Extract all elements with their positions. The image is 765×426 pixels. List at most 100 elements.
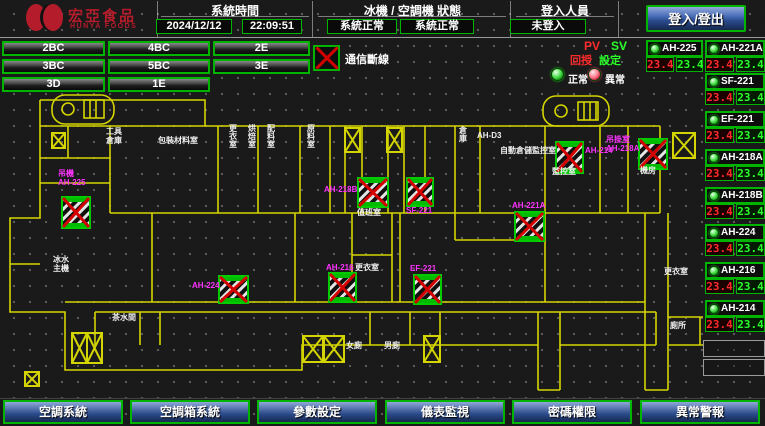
equipment-marker-EF-221[interactable]	[414, 275, 441, 304]
unit-AH-218B[interactable]: AH-218B	[705, 187, 765, 204]
unit-AH-218B-sv-value: 23.4	[736, 204, 765, 219]
unit-AH-214-pv-value: 23.4	[705, 317, 734, 332]
unit-AH-224[interactable]: AH-224	[705, 224, 765, 241]
login-logout-button[interactable]: 登入/登出	[646, 5, 746, 32]
equipment-marker-AH-214[interactable]	[556, 142, 583, 173]
nav-button-空調系統[interactable]: 空調系統	[3, 400, 123, 424]
stair-marker	[424, 336, 440, 362]
unit-AH-214[interactable]: AH-214	[705, 300, 765, 317]
unit-name-label: AH-214	[721, 303, 755, 314]
unit-AH-218B-pv-value: 23.4	[705, 204, 734, 219]
equipment-marker-AH-218B[interactable]	[358, 178, 388, 207]
scada-screen: 宏亞食品 HUNYA FOODS 系統時間 2024/12/12 22:09:5…	[0, 0, 765, 426]
equipment-marker-AH-216[interactable]	[329, 273, 356, 302]
floor-button-1E[interactable]: 1E	[108, 77, 210, 92]
pv-abbr-label: PV	[584, 39, 600, 53]
system-clock-value: 22:09:51	[242, 19, 302, 34]
comm-offline-label: 通信斷線	[345, 51, 389, 67]
nav-button-參數設定[interactable]: 參數設定	[257, 400, 377, 424]
unit-name-label: AH-218A	[721, 152, 763, 163]
floor-plan: 吊機 AH-225AH-218BSF-221AH-214吊掛室 AH-218AA…	[0, 92, 765, 398]
unit-status-led	[709, 304, 719, 314]
stair-marker	[345, 128, 360, 152]
stair-marker	[25, 372, 39, 386]
unit-AH-216[interactable]: AH-216	[705, 262, 765, 279]
unit-name-label: AH-225	[662, 43, 696, 54]
normal-legend-label: 正常	[568, 71, 588, 86]
equipment-marker-SF-221[interactable]	[407, 178, 433, 206]
floor-button-3D[interactable]: 3D	[2, 77, 105, 92]
sv-name-label: 設定	[599, 52, 621, 68]
unit-status-led	[709, 266, 719, 276]
unit-EF-221-sv-value: 23.4	[736, 128, 765, 143]
unit-name-label: AH-218B	[721, 190, 763, 201]
floor-button-2BC[interactable]: 2BC	[2, 41, 105, 56]
unit-AH-221A[interactable]: AH-221A	[705, 40, 765, 57]
unit-status-led	[709, 44, 719, 54]
divider	[161, 16, 309, 17]
unit-AH-225-sv-value: 23.4	[676, 57, 703, 72]
unit-name-label: AH-221A	[721, 43, 763, 54]
system-date-value: 2024/12/12	[156, 19, 232, 34]
stair-marker	[673, 133, 695, 158]
unit-AH-218A[interactable]: AH-218A	[705, 149, 765, 166]
unit-AH-214-sv-value: 23.4	[736, 317, 765, 332]
empty-unit-slot	[703, 340, 765, 357]
empty-unit-slot	[703, 359, 765, 376]
chiller-status-value: 系統正常	[327, 19, 397, 34]
stairwell-pod	[543, 96, 609, 126]
brand-subname: HUNYA FOODS	[70, 23, 137, 30]
walls	[10, 95, 703, 390]
unit-AH-224-pv-value: 23.4	[705, 241, 734, 256]
unit-status-led	[709, 153, 719, 163]
unit-SF-221[interactable]: SF-221	[705, 73, 765, 90]
unit-SF-221-sv-value: 23.4	[736, 90, 765, 105]
unit-AH-218A-pv-value: 23.4	[705, 166, 734, 181]
floor-button-3E[interactable]: 3E	[213, 59, 310, 74]
nav-button-異常警報[interactable]: 異常警報	[640, 400, 760, 424]
unit-EF-221[interactable]: EF-221	[705, 111, 765, 128]
equipment-marker-AH-218A[interactable]	[639, 139, 667, 169]
unit-EF-221-pv-value: 23.4	[705, 128, 734, 143]
nav-button-儀表監視[interactable]: 儀表監視	[385, 400, 505, 424]
equipment-marker-AH-225[interactable]	[62, 197, 90, 228]
equipment-marker-AH-224[interactable]	[219, 276, 248, 303]
brand-logo-icon	[26, 3, 66, 33]
stair-marker	[387, 128, 402, 152]
divider	[618, 1, 619, 37]
floor-button-5BC[interactable]: 5BC	[108, 59, 210, 74]
bottom-nav-bar: 空調系統空調箱系統參數設定儀表監視密碼權限異常警報	[0, 398, 765, 426]
floor-button-3BC[interactable]: 3BC	[2, 59, 105, 74]
unit-name-label: AH-224	[721, 227, 755, 238]
stair-marker	[303, 336, 323, 362]
floor-button-2E[interactable]: 2E	[213, 41, 310, 56]
unit-status-led	[709, 115, 719, 125]
unit-name-label: AH-216	[721, 265, 755, 276]
ahu-status-value: 系統正常	[400, 19, 474, 34]
unit-status-led	[650, 44, 660, 54]
nav-button-密碼權限[interactable]: 密碼權限	[512, 400, 632, 424]
divider	[516, 16, 614, 17]
unit-name-label: SF-221	[721, 76, 754, 87]
abnormal-led-icon	[588, 68, 601, 81]
floor-button-4BC[interactable]: 4BC	[108, 41, 210, 56]
top-bar: 宏亞食品 HUNYA FOODS 系統時間 2024/12/12 22:09:5…	[0, 0, 765, 38]
sv-abbr-label: SV	[611, 39, 627, 53]
unit-status-led	[709, 77, 719, 87]
unit-AH-225[interactable]: AH-225	[646, 40, 703, 57]
unit-SF-221-pv-value: 23.4	[705, 90, 734, 105]
divider	[318, 16, 506, 17]
comm-offline-icon	[313, 45, 340, 71]
unit-AH-216-pv-value: 23.4	[705, 279, 734, 294]
nav-button-空調箱系統[interactable]: 空調箱系統	[130, 400, 250, 424]
divider	[312, 1, 313, 37]
pv-name-label: 回授	[570, 52, 592, 68]
equipment-marker-AH-221A[interactable]	[515, 212, 544, 241]
unit-AH-216-sv-value: 23.4	[736, 279, 765, 294]
unit-status-led	[709, 228, 719, 238]
stair-marker	[324, 336, 344, 362]
unit-AH-221A-sv-value: 23.4	[736, 57, 765, 72]
unit-AH-218A-sv-value: 23.4	[736, 166, 765, 181]
unit-AH-221A-pv-value: 23.4	[705, 57, 734, 72]
unit-AH-225-pv-value: 23.4	[646, 57, 674, 72]
